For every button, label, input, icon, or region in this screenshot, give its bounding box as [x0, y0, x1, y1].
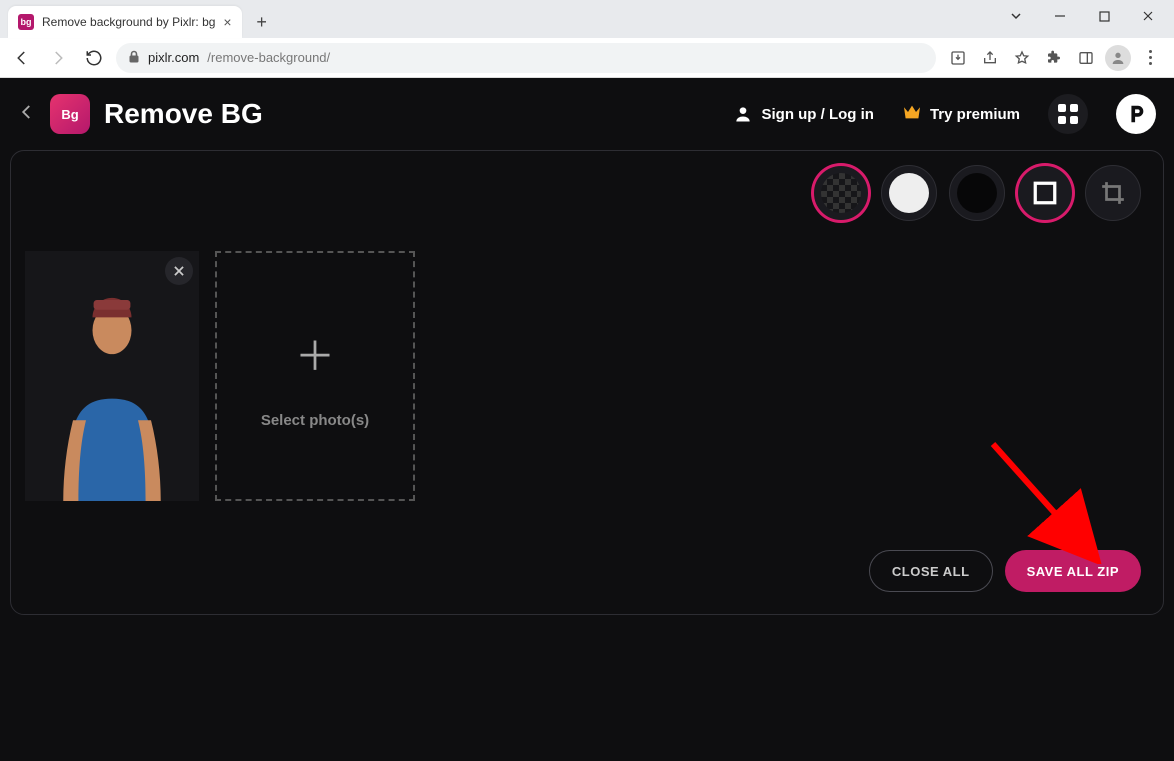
url-input[interactable]: pixlr.com/remove-background/ [116, 43, 936, 73]
tab-favicon: bg [18, 14, 34, 30]
close-tab-icon[interactable]: × [223, 14, 231, 30]
address-bar: pixlr.com/remove-background/ [0, 38, 1174, 78]
crown-icon [902, 104, 922, 125]
bg-option-black[interactable] [949, 165, 1005, 221]
close-all-label: CLOSE ALL [892, 564, 970, 579]
select-photos-dropzone[interactable]: ＋ Select photo(s) [215, 251, 415, 501]
share-icon[interactable] [976, 44, 1004, 72]
workspace-panel: ＋ Select photo(s) CLOSE ALL SAVE ALL ZIP [10, 150, 1164, 615]
browser-menu-icon[interactable] [1136, 44, 1164, 72]
app-logo: Bg [50, 94, 90, 134]
image-thumbnail[interactable] [25, 251, 199, 501]
nav-back-icon[interactable] [8, 44, 36, 72]
person-cutout-icon [47, 274, 177, 502]
nav-reload-icon[interactable] [80, 44, 108, 72]
page-title: Remove BG [104, 98, 263, 130]
close-icon [172, 264, 186, 278]
square-outline-icon [1032, 180, 1058, 206]
try-premium-link[interactable]: Try premium [902, 104, 1020, 125]
dropzone-label: Select photo(s) [261, 412, 369, 429]
save-all-zip-button[interactable]: SAVE ALL ZIP [1005, 550, 1141, 592]
transparent-icon [821, 173, 861, 213]
browser-tab[interactable]: bg Remove background by Pixlr: bg × [8, 6, 242, 38]
signup-login-link[interactable]: Sign up / Log in [733, 104, 873, 124]
crop-icon [1100, 180, 1126, 206]
url-host: pixlr.com [148, 50, 199, 65]
pixlr-logo-icon [1125, 103, 1147, 125]
bg-option-transparent[interactable] [813, 165, 869, 221]
bg-option-outline[interactable] [1017, 165, 1073, 221]
app-root: Bg Remove BG Sign up / Log in Try premiu… [0, 78, 1174, 761]
apps-grid-icon [1058, 104, 1078, 124]
window-close-icon[interactable] [1126, 1, 1170, 31]
try-premium-label: Try premium [930, 106, 1020, 123]
sidepanel-icon[interactable] [1072, 44, 1100, 72]
bg-option-crop[interactable] [1085, 165, 1141, 221]
lock-icon [128, 50, 140, 66]
window-minimize-icon[interactable] [1038, 1, 1082, 31]
plus-icon: ＋ [295, 324, 335, 382]
remove-image-button[interactable] [165, 257, 193, 285]
app-header: Bg Remove BG Sign up / Log in Try premiu… [0, 78, 1174, 150]
pixlr-logo-button[interactable] [1116, 94, 1156, 134]
window-dropdown-icon[interactable] [994, 1, 1038, 31]
black-circle-icon [957, 173, 997, 213]
app-back-icon[interactable] [18, 103, 36, 126]
signup-login-label: Sign up / Log in [761, 106, 873, 123]
window-maximize-icon[interactable] [1082, 1, 1126, 31]
panel-actions: CLOSE ALL SAVE ALL ZIP [869, 550, 1141, 592]
install-app-icon[interactable] [944, 44, 972, 72]
thumbnail-strip: ＋ Select photo(s) [25, 251, 415, 501]
url-path: /remove-background/ [207, 50, 330, 65]
window-title-bar: bg Remove background by Pixlr: bg × + [0, 0, 1174, 38]
white-circle-icon [889, 173, 929, 213]
user-icon [733, 104, 753, 124]
bookmark-star-icon[interactable] [1008, 44, 1036, 72]
profile-avatar-icon[interactable] [1104, 44, 1132, 72]
save-all-label: SAVE ALL ZIP [1027, 564, 1119, 579]
window-controls [994, 0, 1174, 38]
apps-grid-button[interactable] [1048, 94, 1088, 134]
tab-title: Remove background by Pixlr: bg [42, 15, 215, 29]
close-all-button[interactable]: CLOSE ALL [869, 550, 993, 592]
nav-forward-icon [44, 44, 72, 72]
annotation-arrow-icon [983, 434, 1103, 564]
new-tab-button[interactable]: + [248, 8, 276, 36]
bg-option-white[interactable] [881, 165, 937, 221]
background-toolbar [813, 165, 1141, 221]
extensions-icon[interactable] [1040, 44, 1068, 72]
